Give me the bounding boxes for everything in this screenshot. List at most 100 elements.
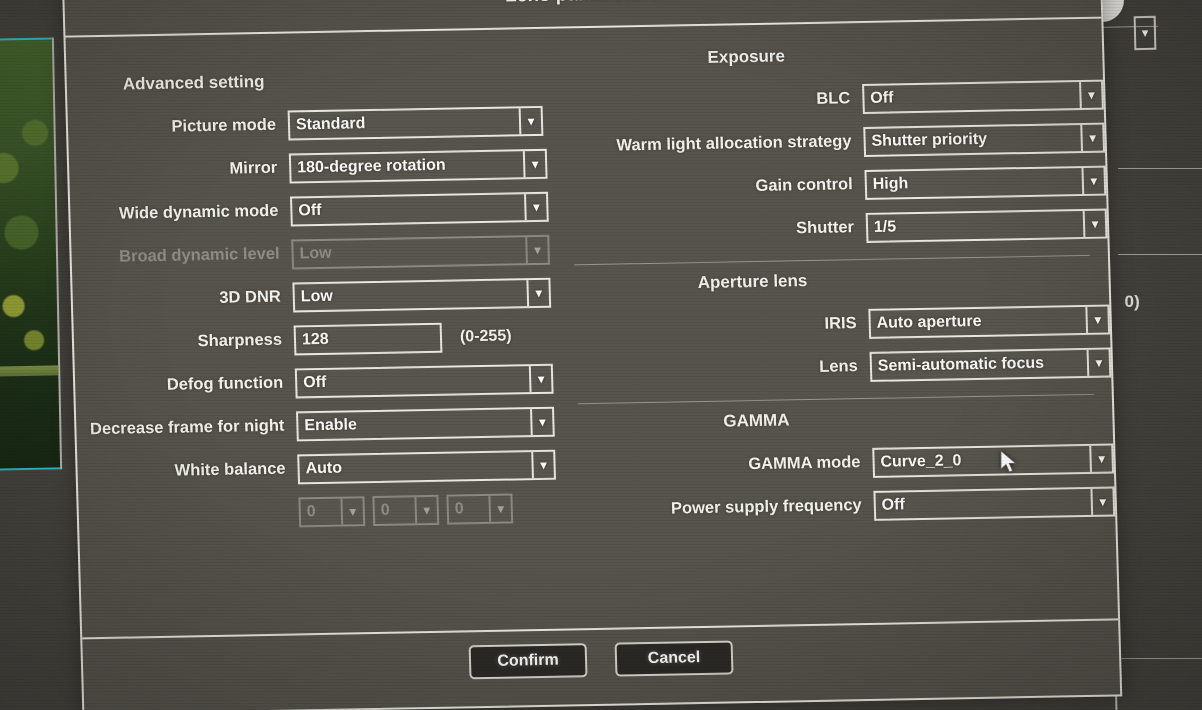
- label-mirror: Mirror: [229, 158, 278, 178]
- select-decrease-frame-for-night[interactable]: Enable ▾: [295, 406, 555, 441]
- exposure-column: Exposure BLC Off ▾ Warm light allocation…: [561, 19, 1118, 627]
- select-white-balance-gain-r: 0 ▾: [298, 495, 366, 527]
- value-power-supply-frequency: Off: [881, 495, 905, 514]
- dialog-body: Advanced setting Picture mode Standard ▾…: [65, 19, 1118, 636]
- chevron-down-icon: ▾: [518, 105, 542, 136]
- screen-photo: ▾ 0) Lens parameters Advanced setting Pi…: [0, 0, 1202, 710]
- hint-sharpness-range: (0-255): [459, 326, 512, 345]
- bg-dropdown[interactable]: ▾: [1133, 15, 1157, 51]
- chevron-down-icon: ▾: [414, 494, 438, 525]
- value-3d-dnr: Low: [300, 287, 334, 305]
- chevron-down-icon: ▾: [1080, 122, 1104, 153]
- value-picture-mode: Standard: [295, 114, 366, 133]
- chevron-down-icon: ▾: [528, 363, 552, 394]
- dialog-title: Lens parameters: [64, 0, 1100, 16]
- value-white-balance: Auto: [305, 459, 343, 477]
- label-warm-light-allocation-strategy: Warm light allocation strategy: [616, 132, 852, 155]
- section-divider-gamma: [577, 393, 1094, 405]
- select-mirror[interactable]: 180-degree rotation ▾: [288, 148, 548, 184]
- label-gain-control: Gain control: [755, 175, 853, 195]
- bg-range-hint: 0): [1124, 292, 1140, 311]
- label-wide-dynamic-mode: Wide dynamic mode: [118, 201, 279, 223]
- label-gamma-mode: GAMMA mode: [748, 453, 861, 474]
- row-white-balance-gains: 0 ▾ 0 ▾ 0 ▾: [78, 485, 575, 537]
- value-gamma-mode: Curve_2_0: [880, 451, 962, 471]
- label-white-balance: White balance: [174, 459, 286, 480]
- input-sharpness[interactable]: 128: [293, 322, 443, 355]
- chevron-down-icon: ▾: [1081, 165, 1105, 196]
- select-blc[interactable]: Off ▾: [861, 79, 1104, 114]
- label-broad-dynamic-level: Broad dynamic level: [118, 244, 280, 266]
- value-shutter: 1/5: [873, 217, 897, 236]
- value-white-balance-gain-b: 0: [454, 499, 464, 518]
- chevron-down-icon: ▾: [523, 191, 547, 222]
- select-white-balance[interactable]: Auto ▾: [297, 449, 556, 484]
- chevron-down-icon: ▾: [1079, 79, 1102, 110]
- cancel-button[interactable]: Cancel: [614, 640, 734, 677]
- section-divider-aperture: [573, 254, 1090, 266]
- advanced-setting-column: Advanced setting Picture mode Standard ▾…: [65, 29, 578, 636]
- value-decrease-frame-for-night: Enable: [304, 415, 358, 434]
- chevron-down-icon: ▾: [531, 449, 554, 480]
- label-3d-dnr: 3D DNR: [219, 287, 282, 307]
- chevron-down-icon: ▾: [1090, 485, 1114, 517]
- label-blc: BLC: [816, 89, 851, 108]
- video-grass-band: [0, 365, 59, 377]
- row-power-supply-frequency: Power supply frequency Off ▾: [574, 479, 1116, 532]
- section-title-advanced-setting: Advanced setting: [122, 71, 265, 94]
- confirm-button[interactable]: Confirm: [468, 643, 588, 680]
- live-video-preview[interactable]: [0, 37, 63, 471]
- chevron-down-icon: ▾: [1086, 347, 1110, 378]
- section-title-exposure: Exposure: [707, 46, 786, 67]
- bg-divider-right-3: [1118, 658, 1202, 659]
- label-decrease-frame-for-night: Decrease frame for night: [89, 416, 285, 439]
- select-broad-dynamic-level: Low ▾: [291, 234, 550, 269]
- select-wide-dynamic-mode[interactable]: Off ▾: [289, 191, 549, 227]
- bg-divider-right-1: [1118, 168, 1202, 169]
- chevron-down-icon: ▾: [529, 406, 553, 437]
- section-title-gamma: GAMMA: [723, 410, 790, 431]
- value-gain-control: High: [872, 174, 909, 193]
- select-gamma-mode[interactable]: Curve_2_0 ▾: [872, 442, 1115, 478]
- select-defog-function[interactable]: Off ▾: [294, 363, 554, 398]
- label-spacer: [87, 512, 299, 516]
- chevron-down-icon: ▾: [1141, 24, 1149, 41]
- bg-divider-right-2: [1118, 254, 1202, 255]
- select-lens[interactable]: Semi-automatic focus ▾: [869, 347, 1112, 382]
- section-title-aperture-lens: Aperture lens: [697, 271, 808, 293]
- value-broad-dynamic-level: Low: [299, 244, 332, 262]
- value-mirror: 180-degree rotation: [296, 156, 446, 176]
- select-picture-mode[interactable]: Standard ▾: [287, 105, 544, 141]
- select-gain-control[interactable]: High ▾: [864, 165, 1107, 200]
- value-warm-light-allocation-strategy: Shutter priority: [871, 130, 988, 150]
- value-sharpness: 128: [301, 330, 329, 348]
- label-defog-function: Defog function: [166, 373, 284, 394]
- chevron-down-icon: ▾: [526, 277, 550, 308]
- select-warm-light-allocation-strategy[interactable]: Shutter priority ▾: [863, 122, 1106, 157]
- chevron-down-icon: ▾: [1082, 208, 1106, 239]
- chevron-down-icon: ▾: [522, 148, 546, 179]
- value-wide-dynamic-mode: Off: [298, 201, 322, 219]
- label-shutter: Shutter: [795, 218, 855, 238]
- value-blc: Off: [870, 88, 894, 107]
- row-shutter: Shutter 1/5 ▾: [567, 202, 1108, 255]
- value-white-balance-gain-r: 0: [306, 502, 316, 520]
- value-iris: Auto aperture: [876, 312, 982, 332]
- chevron-down-icon: ▾: [1085, 304, 1109, 335]
- lens-parameters-dialog: Lens parameters Advanced setting Picture…: [61, 0, 1123, 710]
- chevron-down-icon: ▾: [340, 495, 364, 527]
- select-3d-dnr[interactable]: Low ▾: [292, 277, 552, 312]
- value-white-balance-gain-g: 0: [380, 501, 390, 519]
- select-iris[interactable]: Auto aperture ▾: [868, 304, 1111, 339]
- label-sharpness: Sharpness: [197, 330, 283, 351]
- chevron-down-icon: ▾: [488, 493, 512, 524]
- label-picture-mode: Picture mode: [171, 115, 277, 136]
- row-lens: Lens Semi-automatic focus ▾: [570, 341, 1112, 394]
- select-white-balance-gain-g: 0 ▾: [372, 494, 440, 526]
- value-defog-function: Off: [302, 373, 327, 391]
- select-shutter[interactable]: 1/5 ▾: [865, 208, 1108, 243]
- label-iris: IRIS: [824, 314, 857, 333]
- select-power-supply-frequency[interactable]: Off ▾: [873, 485, 1116, 521]
- label-lens: Lens: [819, 357, 859, 376]
- select-white-balance-gain-b: 0 ▾: [446, 492, 514, 525]
